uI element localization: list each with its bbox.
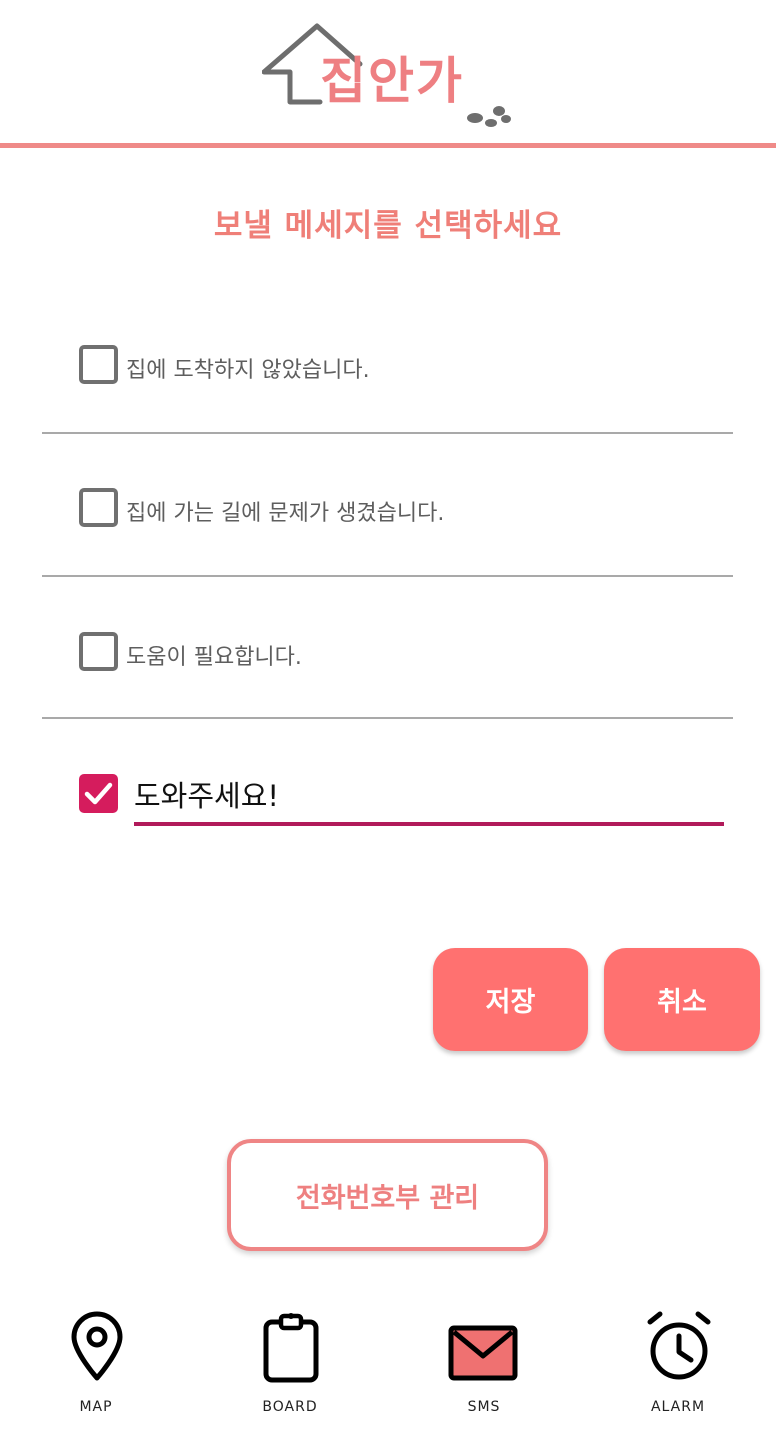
mail-icon	[448, 1325, 518, 1381]
option-label: 도움이 필요합니다.	[126, 645, 302, 670]
nav-item-board[interactable]: BOARD	[215, 1300, 365, 1430]
app-header: 집안가	[0, 0, 776, 148]
footprints-icon	[467, 106, 511, 127]
divider	[42, 717, 733, 719]
custom-message-input[interactable]	[134, 770, 724, 818]
checkmark-icon	[84, 782, 113, 805]
input-underline	[134, 822, 724, 826]
logo-text: 집안가	[320, 52, 464, 110]
divider	[42, 575, 733, 577]
message-option: 집에 가는 길에 문제가 생겼습니다.	[0, 443, 776, 583]
nav-label: SMS	[467, 1399, 501, 1415]
nav-item-sms[interactable]: SMS	[409, 1300, 559, 1430]
alarm-clock-icon	[647, 1311, 711, 1380]
message-option: 도움이 필요합니다.	[0, 587, 776, 727]
nav-label: ALARM	[650, 1399, 706, 1415]
header-divider	[0, 143, 776, 148]
cancel-button[interactable]: 취소	[604, 948, 760, 1051]
option-label: 집에 가는 길에 문제가 생겼습니다.	[126, 501, 445, 526]
custom-message-checkbox[interactable]	[79, 774, 118, 813]
manage-phonebook-button[interactable]: 전화번호부 관리	[227, 1139, 548, 1251]
map-pin-icon	[71, 1311, 123, 1381]
nav-item-alarm[interactable]: ALARM	[603, 1300, 753, 1430]
nav-item-map[interactable]: MAP	[21, 1300, 171, 1430]
option-checkbox[interactable]	[79, 345, 118, 384]
save-button[interactable]: 저장	[433, 948, 588, 1051]
divider	[42, 432, 733, 434]
message-option: 집에 도착하지 않았습니다.	[0, 300, 776, 440]
app-logo: 집안가	[262, 22, 522, 132]
option-checkbox[interactable]	[79, 488, 118, 527]
option-checkbox[interactable]	[79, 632, 118, 671]
sms-settings-screen: 집안가 보낼 메세지를 선택하세요 집에 도착하지 않았습니다. 집에 가는 길…	[0, 0, 776, 1437]
page-title: 보낼 메세지를 선택하세요	[213, 208, 563, 244]
nav-label: BOARD	[262, 1399, 318, 1415]
option-label: 집에 도착하지 않았습니다.	[126, 358, 370, 383]
nav-label: MAP	[79, 1399, 113, 1415]
clipboard-icon	[263, 1313, 319, 1383]
